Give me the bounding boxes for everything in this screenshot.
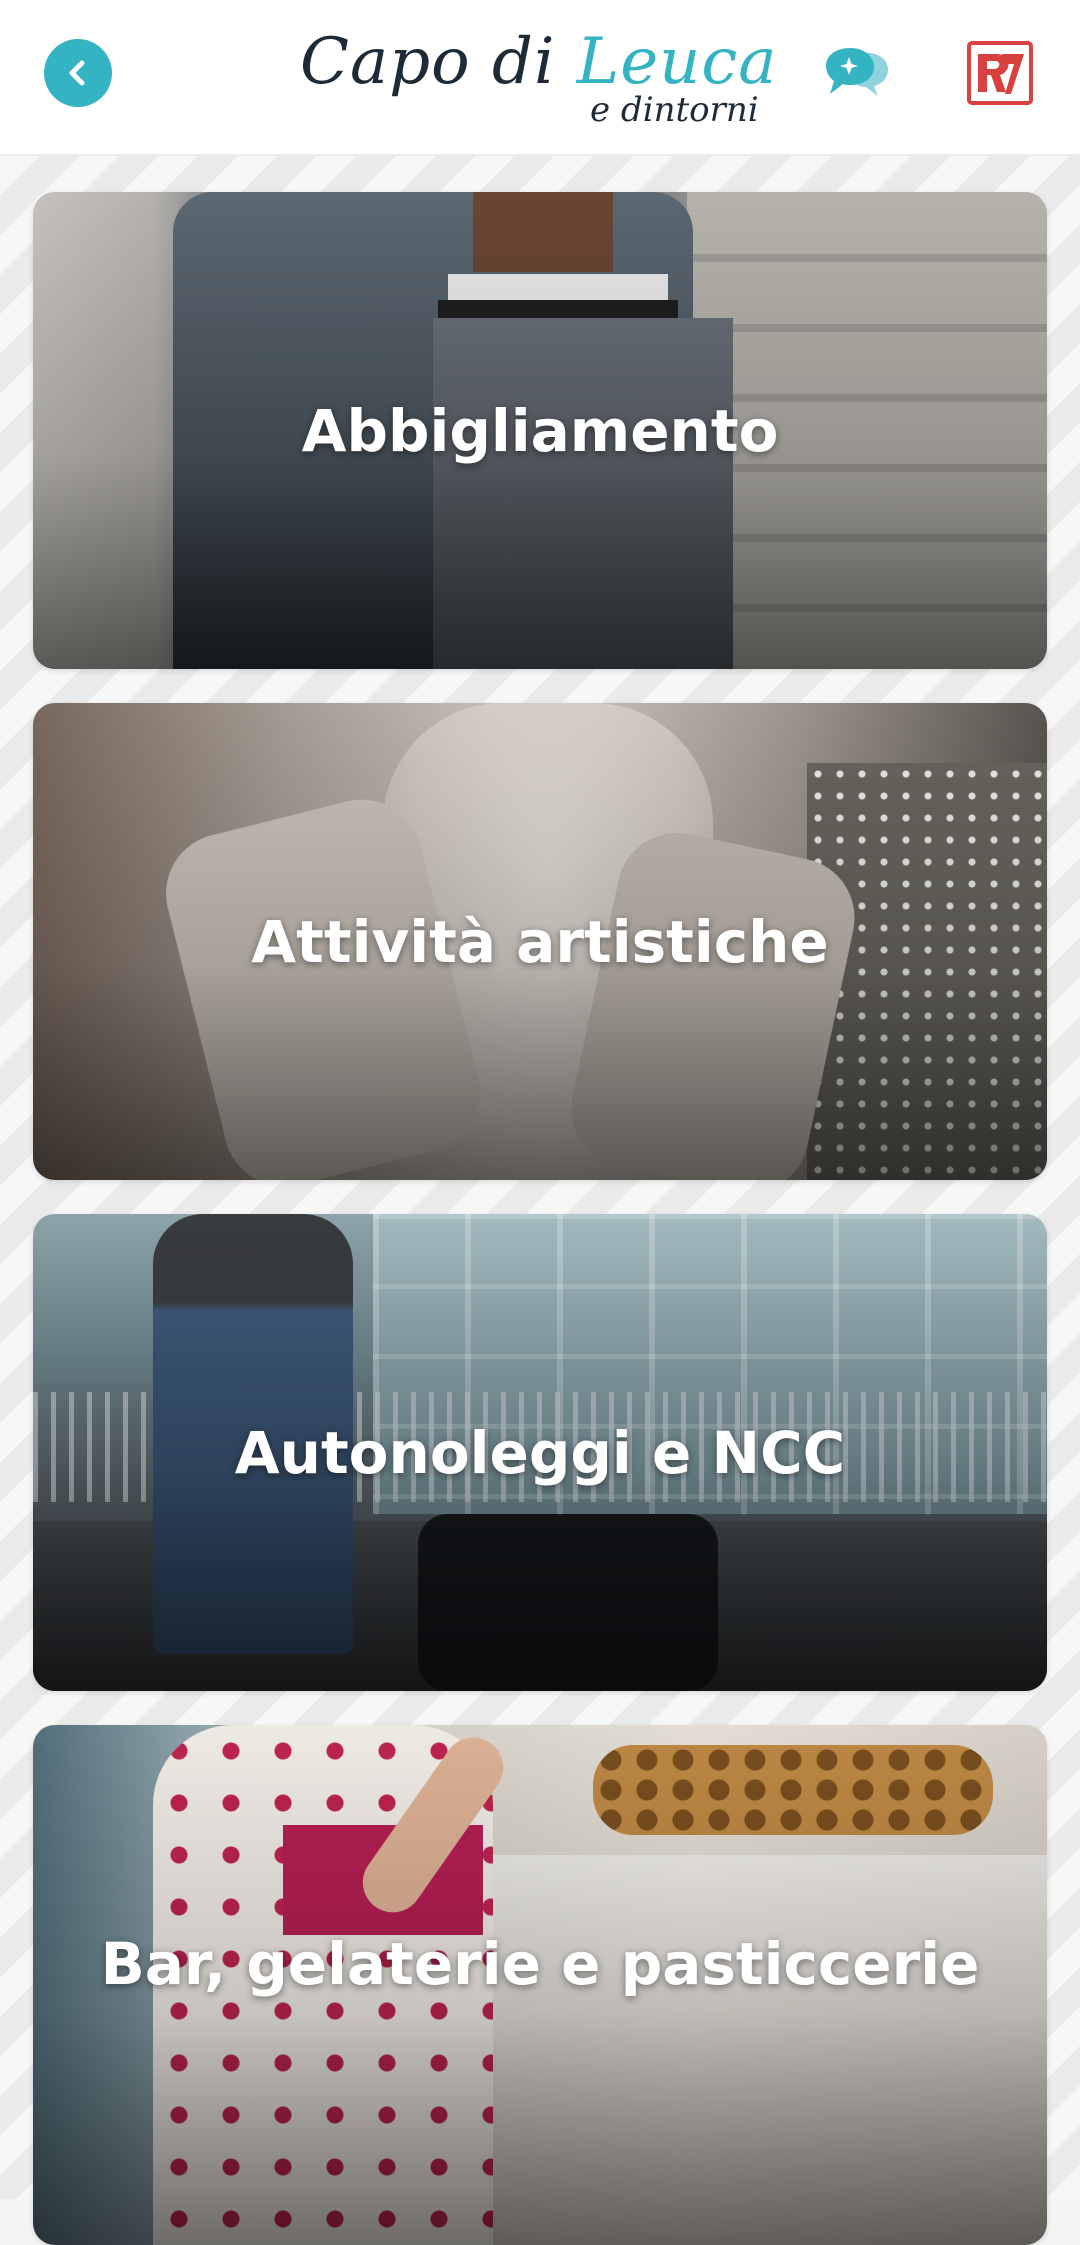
category-card-autonoleggi[interactable]: Autonoleggi e NCC (33, 1214, 1047, 1691)
logo-word-leuca: Leuca (576, 25, 778, 99)
logo-word-capo: Capo di (300, 25, 577, 99)
brand-button[interactable] (966, 40, 1034, 106)
chat-bubbles-icon (826, 48, 888, 96)
category-title: Bar, gelaterie e pasticcerie (100, 1929, 980, 1998)
chevron-left-icon (69, 60, 85, 86)
app-header: Capo di Leuca e dintorni (0, 0, 1080, 156)
back-button[interactable] (44, 39, 112, 107)
category-card-attivita-artistiche[interactable]: Attività artistiche (33, 703, 1047, 1180)
app-logo: Capo di Leuca e dintorni (300, 12, 780, 132)
category-title: Attività artistiche (251, 907, 829, 976)
chat-button[interactable] (818, 40, 892, 106)
category-title: Abbigliamento (301, 396, 779, 465)
logo-subtitle: e dintorni (590, 90, 759, 130)
brand-logo-icon (967, 41, 1033, 105)
category-card-bar-gelaterie[interactable]: Bar, gelaterie e pasticcerie (33, 1725, 1047, 2245)
category-card-abbigliamento[interactable]: Abbigliamento (33, 192, 1047, 669)
category-title: Autonoleggi e NCC (234, 1418, 846, 1487)
